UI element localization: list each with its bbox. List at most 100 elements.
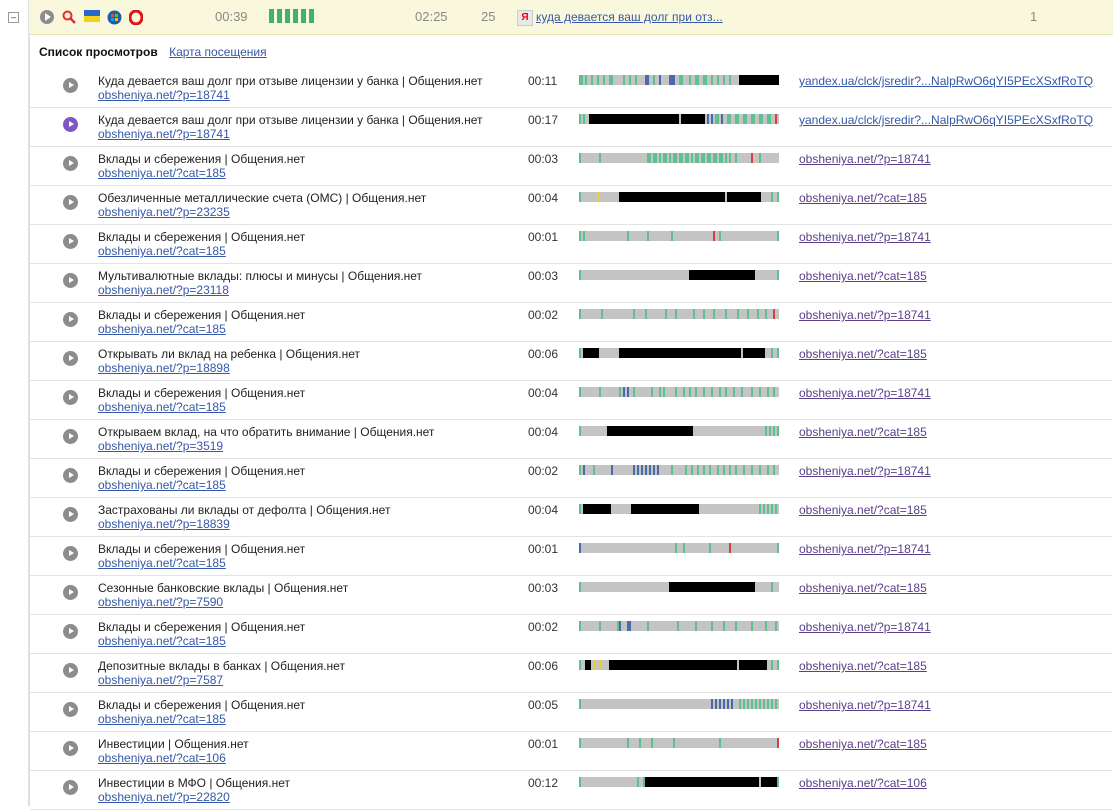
page-url-link[interactable]: obsheniya.net/?p=22820 (98, 790, 230, 804)
page-url-link[interactable]: obsheniya.net/?cat=185 (98, 322, 226, 336)
play-icon[interactable] (63, 234, 78, 249)
page-url-link[interactable]: obsheniya.net/?cat=106 (98, 751, 226, 765)
timeline-segment (579, 231, 581, 241)
timeline-segment (717, 465, 719, 475)
timeline-segment (695, 75, 699, 85)
play-icon[interactable] (63, 273, 78, 288)
referrer-link[interactable]: obsheniya.net/?cat=185 (799, 425, 927, 439)
timeline-segment (579, 660, 581, 670)
referrer-link[interactable]: куда девается ваш долг при отз... (536, 10, 723, 24)
referrer-link[interactable]: obsheniya.net/?cat=185 (799, 737, 927, 751)
timeline-segment (579, 738, 581, 748)
visits-count: 1 (1030, 9, 1038, 24)
play-icon[interactable] (63, 390, 78, 405)
search-icon[interactable] (62, 10, 76, 27)
timeline-segment (685, 153, 689, 163)
page-url-link[interactable]: obsheniya.net/?cat=185 (98, 478, 226, 492)
page-url-link[interactable]: obsheniya.net/?cat=185 (98, 244, 226, 258)
referrer-link[interactable]: obsheniya.net/?cat=185 (799, 659, 927, 673)
referrer-link[interactable]: obsheniya.net/?cat=185 (799, 347, 927, 361)
play-icon[interactable] (63, 312, 78, 327)
play-icon[interactable] (63, 156, 78, 171)
play-icon[interactable] (63, 546, 78, 561)
play-icon[interactable] (63, 195, 78, 210)
play-icon[interactable] (63, 624, 78, 639)
page-url-link[interactable]: obsheniya.net/?p=23118 (98, 283, 229, 297)
timeline-segment (703, 465, 705, 475)
timeline-segment (579, 543, 581, 553)
page-url-link[interactable]: obsheniya.net/?cat=185 (98, 712, 226, 726)
page-url-link[interactable]: obsheniya.net/?cat=185 (98, 166, 226, 180)
play-icon[interactable] (63, 468, 78, 483)
timeline-segment (711, 699, 713, 709)
play-icon[interactable] (63, 429, 78, 444)
timeline-segment (771, 348, 773, 358)
play-icon[interactable] (63, 351, 78, 366)
timeline-segment (707, 153, 711, 163)
play-icon[interactable] (63, 585, 78, 600)
referrer-link[interactable]: obsheniya.net/?p=18741 (799, 152, 931, 166)
referrer-link[interactable]: obsheniya.net/?p=18741 (799, 386, 931, 400)
timeline-segment (727, 699, 729, 709)
play-icon[interactable] (63, 117, 78, 132)
timeline-segment (649, 465, 651, 475)
page-url-link[interactable]: obsheniya.net/?p=23235 (98, 205, 230, 219)
page-title: Куда девается ваш долг при отзыве лиценз… (98, 74, 483, 88)
list-item: Куда девается ваш долг при отзыве лиценз… (30, 69, 1112, 108)
windows7-icon (107, 10, 122, 28)
referrer-link[interactable]: obsheniya.net/?cat=185 (799, 191, 927, 205)
page-url-link[interactable]: obsheniya.net/?p=18898 (98, 361, 230, 375)
referrer-link[interactable]: obsheniya.net/?p=18741 (799, 542, 931, 556)
timeline-segment (709, 465, 711, 475)
referrer-link[interactable]: obsheniya.net/?cat=185 (799, 503, 927, 517)
page-url-link[interactable]: obsheniya.net/?p=18741 (98, 88, 230, 102)
timeline-segment (703, 387, 705, 397)
referrer-link[interactable]: obsheniya.net/?p=18741 (799, 464, 931, 478)
referrer-link[interactable]: obsheniya.net/?p=18741 (799, 698, 931, 712)
play-icon[interactable] (63, 507, 78, 522)
tab-views-list[interactable]: Список просмотров (39, 45, 158, 59)
referrer-link[interactable]: obsheniya.net/?p=18741 (799, 620, 931, 634)
page-url-link[interactable]: obsheniya.net/?cat=185 (98, 400, 226, 414)
page-url-link[interactable]: obsheniya.net/?p=18839 (98, 517, 230, 531)
timeline-segment (725, 153, 727, 163)
play-icon[interactable] (63, 663, 78, 678)
play-icon[interactable] (63, 741, 78, 756)
timeline-segment (675, 387, 677, 397)
referrer-link[interactable]: yandex.ua/clck/jsredir?...NalpRwO6qYI5PE… (799, 74, 1093, 88)
list-item: Сезонные банковские вклады | Общения.нет… (30, 576, 1112, 615)
page-url-link[interactable]: obsheniya.net/?cat=185 (98, 556, 226, 570)
list-item: Вклады и сбережения | Общения.нет obsheni… (30, 225, 1112, 264)
page-url-link[interactable]: obsheniya.net/?p=7590 (98, 595, 223, 609)
tab-visit-map[interactable]: Карта посещения (169, 45, 267, 59)
page-title: Вклады и сбережения | Общения.нет (98, 230, 306, 244)
page-url-link[interactable]: obsheniya.net/?p=18741 (98, 127, 230, 141)
timeline-segment (767, 699, 769, 709)
collapse-toggle[interactable]: – (8, 12, 19, 23)
timeline-segment (735, 465, 737, 475)
referrer-link[interactable]: obsheniya.net/?cat=106 (799, 776, 927, 790)
referrer-link[interactable]: obsheniya.net/?p=18741 (799, 308, 931, 322)
timeline-segment (713, 153, 717, 163)
page-title: Застрахованы ли вклады от дефолта | Обще… (98, 503, 391, 517)
page-title: Вклады и сбережения | Общения.нет (98, 464, 306, 478)
timeline-segment (603, 75, 605, 85)
play-icon[interactable] (40, 10, 54, 24)
page-url-link[interactable]: obsheniya.net/?p=3519 (98, 439, 223, 453)
timeline-segment (777, 660, 779, 670)
timeline-segment (711, 114, 713, 124)
referrer-link[interactable]: yandex.ua/clck/jsredir?...NalpRwO6qYI5PE… (799, 113, 1093, 127)
referrer-link[interactable]: obsheniya.net/?cat=185 (799, 581, 927, 595)
play-icon[interactable] (63, 78, 78, 93)
page-url-link[interactable]: obsheniya.net/?p=7587 (98, 673, 223, 687)
timeline-segment (619, 192, 725, 202)
timeline-segment (689, 387, 691, 397)
timeline-segment (719, 699, 721, 709)
referrer-link[interactable]: obsheniya.net/?cat=185 (799, 269, 927, 283)
page-title: Сезонные банковские вклады | Общения.нет (98, 581, 349, 595)
play-icon[interactable] (63, 702, 78, 717)
page-url-link[interactable]: obsheniya.net/?cat=185 (98, 634, 226, 648)
referrer-link[interactable]: obsheniya.net/?p=18741 (799, 230, 931, 244)
play-icon[interactable] (63, 780, 78, 795)
timeline-segment (651, 738, 653, 748)
